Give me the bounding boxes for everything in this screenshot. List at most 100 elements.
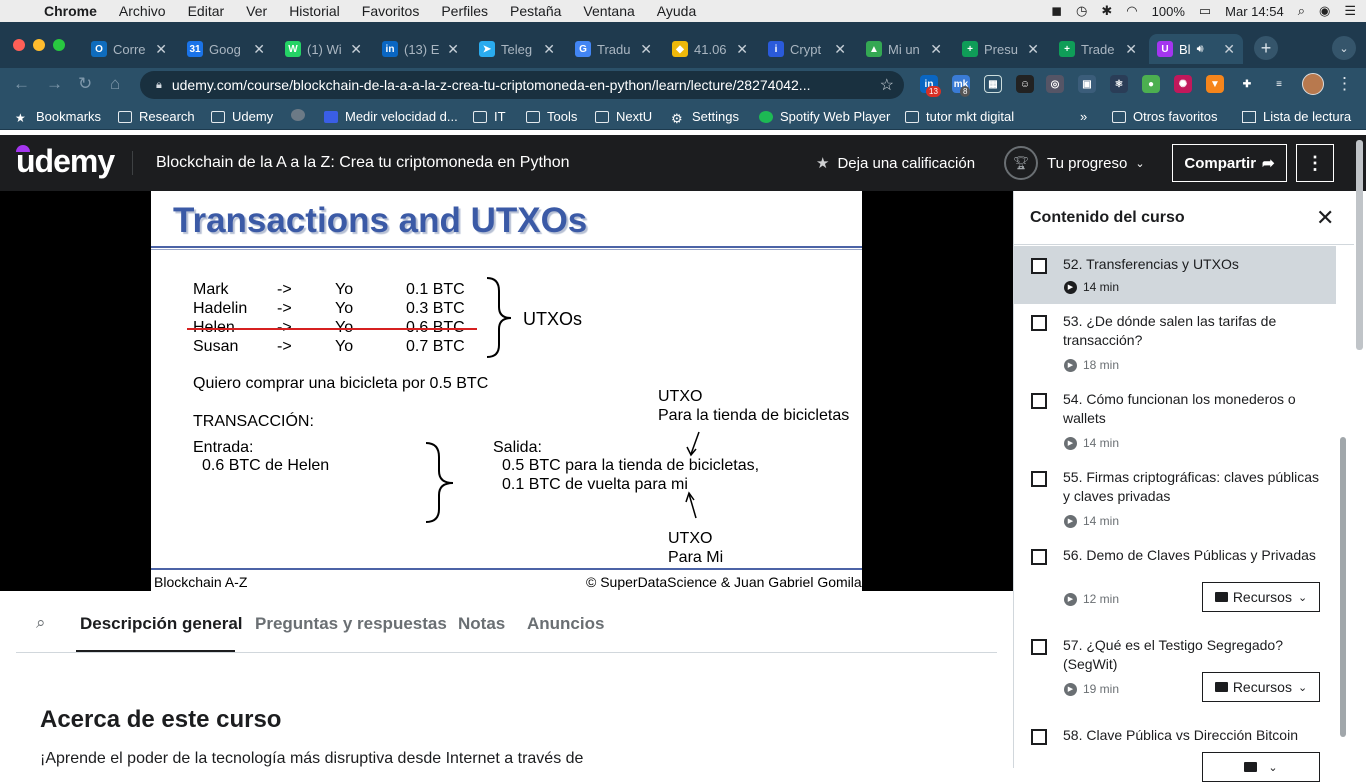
close-tab-icon[interactable]: ✕ [736, 41, 748, 58]
share-button[interactable]: Compartir ➦ [1172, 144, 1287, 182]
tab-anuncios[interactable]: Anuncios [527, 614, 604, 634]
close-tab-icon[interactable]: ✕ [253, 41, 265, 58]
close-tab-icon[interactable]: ✕ [930, 41, 942, 58]
browser-tab[interactable]: 31 Goog ✕ [179, 34, 273, 64]
battery-percent[interactable]: 100% [1152, 4, 1185, 19]
browser-tab[interactable]: W (1) Wi ✕ [277, 34, 370, 64]
bookmarks-overflow-icon[interactable]: » [1080, 109, 1087, 124]
menu-perfiles[interactable]: Perfiles [441, 3, 488, 19]
browser-tab[interactable]: ▲ Mi un ✕ [858, 34, 950, 64]
lecture-item[interactable]: 54. Cómo funcionan los monederos o walle… [1014, 386, 1336, 460]
menu-favoritos[interactable]: Favoritos [362, 3, 420, 19]
menu-ventana[interactable]: Ventana [583, 3, 634, 19]
siri-icon[interactable]: ◉ [1319, 3, 1330, 19]
smiley-extension-icon[interactable]: ☺ [1016, 75, 1034, 93]
lecture-checkbox[interactable] [1031, 729, 1047, 745]
menu-ayuda[interactable]: Ayuda [657, 3, 696, 19]
chrome-menu-icon[interactable]: ⋮ [1336, 74, 1353, 94]
control-center-icon[interactable]: ☰ [1344, 3, 1356, 19]
bookmark-star-icon[interactable]: ☆ [880, 75, 894, 95]
wifi-icon[interactable]: ◠ [1126, 3, 1137, 19]
minimize-window-icon[interactable] [33, 39, 45, 51]
frog-extension-icon[interactable]: ● [1142, 75, 1160, 93]
more-options-icon[interactable]: ⋮ [1296, 144, 1334, 182]
grid-extension-icon[interactable]: ▦ [984, 75, 1002, 93]
time-machine-icon[interactable]: ◷ [1076, 3, 1087, 19]
menu-editar[interactable]: Editar [188, 3, 225, 19]
tab-search-button[interactable]: ⌄ [1332, 36, 1356, 60]
home-icon[interactable]: ⌂ [110, 74, 120, 94]
bookmark-settings[interactable]: ⚙ Settings [671, 109, 739, 126]
menu-pestana[interactable]: Pestaña [510, 3, 561, 19]
menu-ver[interactable]: Ver [246, 3, 267, 19]
browser-tab[interactable]: ◆ 41.06 ✕ [664, 34, 756, 64]
video-player[interactable]: Transactions and UTXOs Mark -> Yo 0.1 BTC Ha… [0, 191, 1013, 591]
menu-archivo[interactable]: Archivo [119, 3, 166, 19]
close-tab-icon[interactable]: ✕ [350, 41, 362, 58]
close-tab-icon[interactable]: ✕ [1027, 41, 1039, 58]
audio-playing-icon[interactable]: 🔊︎ [1197, 43, 1204, 56]
browser-tab[interactable]: U Bl 🔊︎ ✕ [1149, 34, 1243, 64]
zoom-window-icon[interactable] [53, 39, 65, 51]
close-tab-icon[interactable]: ✕ [640, 41, 652, 58]
metamask-extension-icon[interactable]: ▼ [1206, 75, 1224, 93]
browser-tab[interactable]: ➤ Teleg ✕ [471, 34, 563, 64]
resources-dropdown-button[interactable]: ⌄ [1202, 752, 1320, 782]
lecture-checkbox[interactable] [1031, 258, 1047, 274]
lecture-checkbox[interactable] [1031, 639, 1047, 655]
circle-extension-icon[interactable]: ◎ [1046, 75, 1064, 93]
reload-icon[interactable]: ↻ [78, 74, 92, 94]
react-extension-icon[interactable]: ⚛ [1110, 75, 1128, 93]
close-window-icon[interactable] [13, 39, 25, 51]
lecture-checkbox[interactable] [1031, 315, 1047, 331]
browser-tab[interactable]: G Tradu ✕ [567, 34, 660, 64]
progress-button[interactable]: 🏆︎ Tu progreso ⌄ [1004, 145, 1145, 181]
back-icon[interactable]: ← [13, 74, 30, 94]
lecture-checkbox[interactable] [1031, 549, 1047, 565]
lecture-item[interactable]: 57. ¿Qué es el Testigo Segregado? (SegWi… [1014, 632, 1336, 718]
lecture-item[interactable]: 53. ¿De dónde salen las tarifas de trans… [1014, 308, 1336, 382]
new-tab-button[interactable]: + [1254, 36, 1278, 60]
battery-icon[interactable]: ▭ [1199, 3, 1211, 19]
lecture-checkbox[interactable] [1031, 471, 1047, 487]
bookmark-it[interactable]: IT [473, 109, 506, 124]
lecture-item[interactable]: 58. Clave Pública vs Dirección Bitcoin ⌄ [1014, 722, 1336, 782]
forward-icon[interactable]: → [46, 74, 63, 94]
close-tab-icon[interactable]: ✕ [447, 41, 459, 58]
bookmark-spotify[interactable]: Spotify Web Player [759, 109, 890, 124]
browser-tab[interactable]: + Trade ✕ [1051, 34, 1145, 64]
close-tab-icon[interactable]: ✕ [155, 41, 167, 58]
course-title[interactable]: Blockchain de la A a la Z: Crea tu cript… [156, 154, 570, 172]
browser-tab[interactable]: + Presu ✕ [954, 34, 1047, 64]
bookmark-lectura[interactable]: Lista de lectura [1242, 109, 1351, 124]
profile-avatar[interactable] [1302, 73, 1324, 95]
reading-list-icon[interactable]: ≡ [1270, 75, 1288, 93]
close-tab-icon[interactable]: ✕ [834, 41, 846, 58]
bookmark-tools[interactable]: Tools [526, 109, 577, 124]
tab-notas[interactable]: Notas [458, 614, 505, 634]
close-tab-icon[interactable]: ✕ [543, 41, 555, 58]
bookmark-otros[interactable]: Otros favoritos [1112, 109, 1218, 124]
spotlight-search-icon[interactable]: ⌕ [1298, 3, 1305, 19]
bug-extension-icon[interactable]: ✺ [1174, 75, 1192, 93]
search-icon[interactable]: ⌕ [36, 613, 46, 633]
vpn-icon[interactable]: ◼ [1051, 3, 1062, 19]
screenshot-extension-icon[interactable]: ▣ [1078, 75, 1096, 93]
rate-course-button[interactable]: ★ Deja una calificación [816, 154, 975, 173]
close-tab-icon[interactable]: ✕ [1223, 41, 1235, 58]
lecture-item[interactable]: 55. Firmas criptográficas: claves públic… [1014, 464, 1336, 538]
tab-preguntas[interactable]: Preguntas y respuestas [255, 614, 447, 634]
lock-icon[interactable]: 🔒︎ [156, 79, 162, 92]
udemy-logo[interactable]: udemy [16, 143, 115, 180]
tab-descripcion[interactable]: Descripción general [80, 614, 243, 634]
bluetooth-icon[interactable]: ✱ [1101, 3, 1112, 19]
resources-dropdown-button[interactable]: Recursos ⌄ [1202, 582, 1320, 612]
globe-bookmark[interactable] [291, 109, 312, 121]
menu-chrome[interactable]: Chrome [44, 3, 97, 19]
browser-tab[interactable]: i Crypt ✕ [760, 34, 854, 64]
lecture-item[interactable]: 52. Transferencias y UTXOs ▶ 14 min [1014, 246, 1336, 304]
bookmark-tutor[interactable]: tutor mkt digital [905, 109, 1014, 124]
clock[interactable]: Mar 14:54 [1225, 4, 1284, 19]
close-tab-icon[interactable]: ✕ [1125, 41, 1137, 58]
bookmark-udemy[interactable]: Udemy [211, 109, 273, 124]
